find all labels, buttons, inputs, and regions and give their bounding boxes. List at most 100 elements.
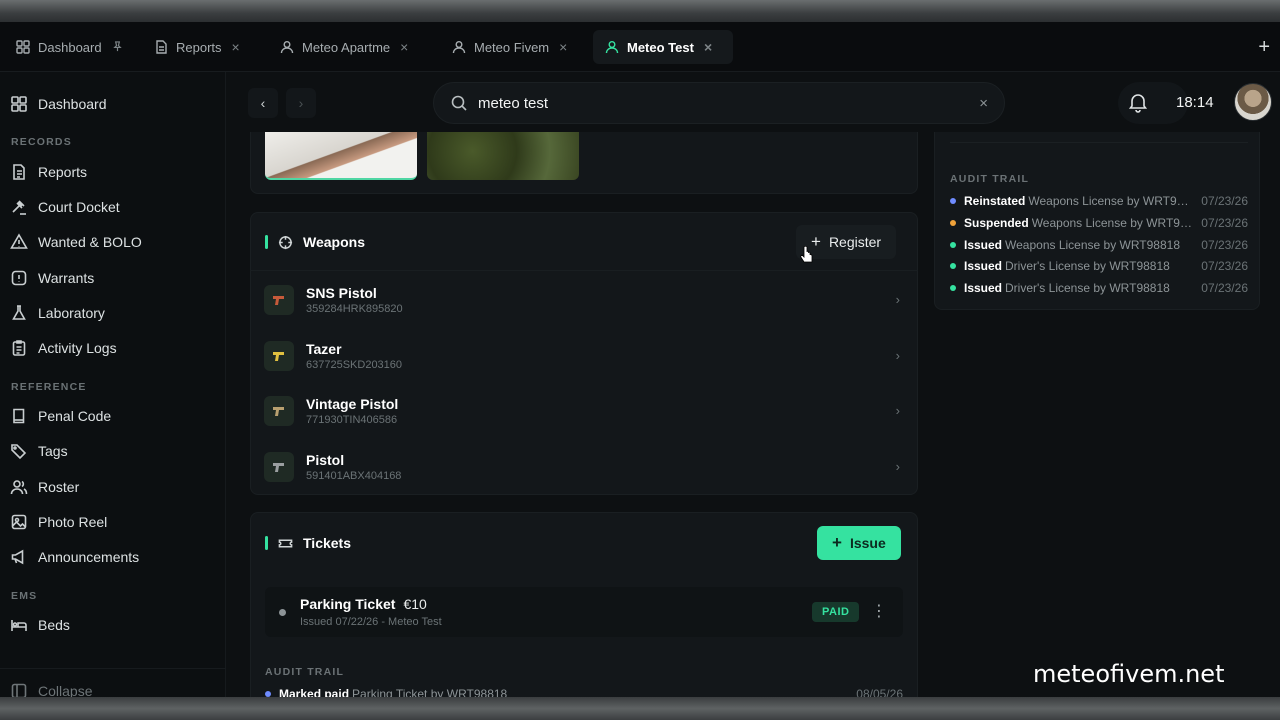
window-frame-bottom [0,697,1280,720]
close-tab-icon[interactable]: × [232,39,240,55]
audit-desc: Weapons License by WRT98818 [1005,238,1181,252]
sidebar-item-beds[interactable]: Beds [10,611,70,639]
clear-search-button[interactable]: × [979,95,988,112]
chevron-right-icon: › [895,348,900,363]
sidebar-item-activity-logs[interactable]: Activity Logs [10,334,117,362]
user-icon [452,40,466,54]
tab-meteo-fivem[interactable]: Meteo Fivem × [440,30,579,64]
sidebar-item-wanted-bolo[interactable]: Wanted & BOLO [10,228,142,256]
sidebar-section-reference: REFERENCE [11,381,87,393]
audit-date: 07/23/26 [1201,216,1248,230]
plus-icon: + [832,533,842,552]
app-window: Dashboard Reports × Meteo Apartme × Mete… [0,22,1280,697]
close-tab-icon[interactable]: × [704,39,712,55]
audit-row: Reinstated Weapons License by WRT98818 0… [950,192,1248,210]
audit-date: 07/23/26 [1201,238,1248,252]
sidebar-section-records: RECORDS [11,136,72,148]
audit-row: Issued Driver's License by WRT98818 07/2… [950,257,1248,275]
users-icon [10,480,28,495]
sidebar-item-label: Reports [38,164,88,180]
search-input[interactable] [478,94,970,112]
tab-reports[interactable]: Reports × [142,30,252,64]
pin-icon[interactable] [112,39,123,55]
vintage-pistol-icon [264,396,294,426]
tag-icon [11,444,27,460]
back-button[interactable]: ‹ [248,88,278,118]
tab-dashboard[interactable]: Dashboard [4,30,135,64]
chevron-right-icon: › [895,403,900,418]
tab-meteo-test[interactable]: Meteo Test × [593,30,733,64]
weapon-serial: 591401ABX404168 [306,470,402,482]
sidebar-item-label: Photo Reel [38,514,108,530]
sidebar-item-reports[interactable]: Reports [10,158,87,186]
clipboard-icon [12,340,26,356]
mouse-cursor-icon [800,246,813,263]
audit-desc: Driver's License by WRT98818 [1005,281,1170,295]
audit-action: Reinstated [964,194,1026,208]
close-tab-icon[interactable]: × [559,39,567,55]
top-bar: ‹ › × 18:14 [226,72,1280,132]
sidebar-item-roster[interactable]: Roster [10,473,79,501]
ticket-row[interactable]: Parking Ticket €10 Issued 07/22/26 - Mete… [265,587,903,637]
new-tab-button[interactable]: + [1258,36,1270,59]
ticket-subtitle: Issued 07/22/26 - Meteo Test [300,616,442,628]
audit-row: Issued Driver's License by WRT98818 07/2… [950,279,1248,297]
weapons-header: Weapons [265,234,365,250]
close-tab-icon[interactable]: × [400,39,408,55]
tab-bar: Dashboard Reports × Meteo Apartme × Mete… [0,22,1280,72]
tickets-title: Tickets [303,535,351,551]
audit-date: 08/05/26 [856,687,903,697]
clock: 18:14 [1176,94,1214,111]
chevron-right-icon: › [895,459,900,474]
window-frame-top [0,0,1280,22]
photo-thumbnail[interactable] [427,132,579,180]
warning-icon [10,233,28,249]
weapon-row-tazer[interactable]: Tazer 637725SKD203160 › [264,330,908,382]
sidebar-item-label: Roster [38,479,80,495]
weapon-row-pistol[interactable]: Pistol 591401ABX404168 › [264,441,908,493]
sidebar-item-photo-reel[interactable]: Photo Reel [10,508,107,536]
register-label: Register [828,234,882,250]
forward-button[interactable]: › [286,88,316,118]
sidebar-collapse-icon [11,683,27,697]
panel-divider [950,142,1248,143]
section-accent [265,536,268,550]
pistol-icon [264,452,294,482]
tazer-icon [264,341,294,371]
issue-label: Issue [849,535,886,551]
audit-date: 07/23/26 [1201,259,1248,273]
audit-action: Issued [964,259,1003,273]
issue-ticket-button[interactable]: + Issue [817,526,901,560]
photo-thumbnail[interactable] [265,132,417,180]
more-options-icon[interactable]: ⋮ [871,601,887,621]
sidebar-section-ems: EMS [11,590,38,602]
sidebar-item-label: Beds [38,617,70,633]
sidebar-item-warrants[interactable]: Warrants [10,264,94,292]
audit-action: Marked paid [279,687,350,697]
tab-meteo-apartme[interactable]: Meteo Apartme × [268,30,420,64]
megaphone-icon [11,549,24,565]
sidebar-item-penal-code[interactable]: Penal Code [10,402,111,430]
avatar[interactable] [1234,83,1272,121]
sidebar-item-laboratory[interactable]: Laboratory [10,299,105,327]
sidebar-item-tags[interactable]: Tags [10,437,68,465]
status-badge: PAID [812,602,860,622]
ticket-icon [278,538,293,548]
user-icon [605,40,619,54]
ticket-name: Parking Ticket [300,596,396,612]
audit-date: 07/23/26 [1201,194,1248,208]
sidebar-item-court-docket[interactable]: Court Docket [10,193,120,221]
row-divider [250,270,918,271]
audit-desc: Driver's License by WRT98818 [1005,259,1170,273]
bed-icon [11,620,27,631]
tickets-audit-label: AUDIT TRAIL [265,666,345,678]
tab-label: Meteo Fivem [474,39,550,55]
collapse-button[interactable]: Collapse [10,682,92,697]
weapon-row-vintage-pistol[interactable]: Vintage Pistol 771930TIN406586 › [264,385,908,437]
sidebar-item-announcements[interactable]: Announcements [10,543,139,571]
sidebar-item-dashboard[interactable]: Dashboard [10,90,107,118]
sidebar: Dashboard RECORDS Reports Court Docket W… [0,72,226,697]
notifications-button[interactable] [1126,90,1150,114]
weapon-row-sns-pistol[interactable]: SNS Pistol 359284HRK895820 › [264,274,908,326]
audit-desc: Weapons License by WRT98818 [1031,216,1194,230]
